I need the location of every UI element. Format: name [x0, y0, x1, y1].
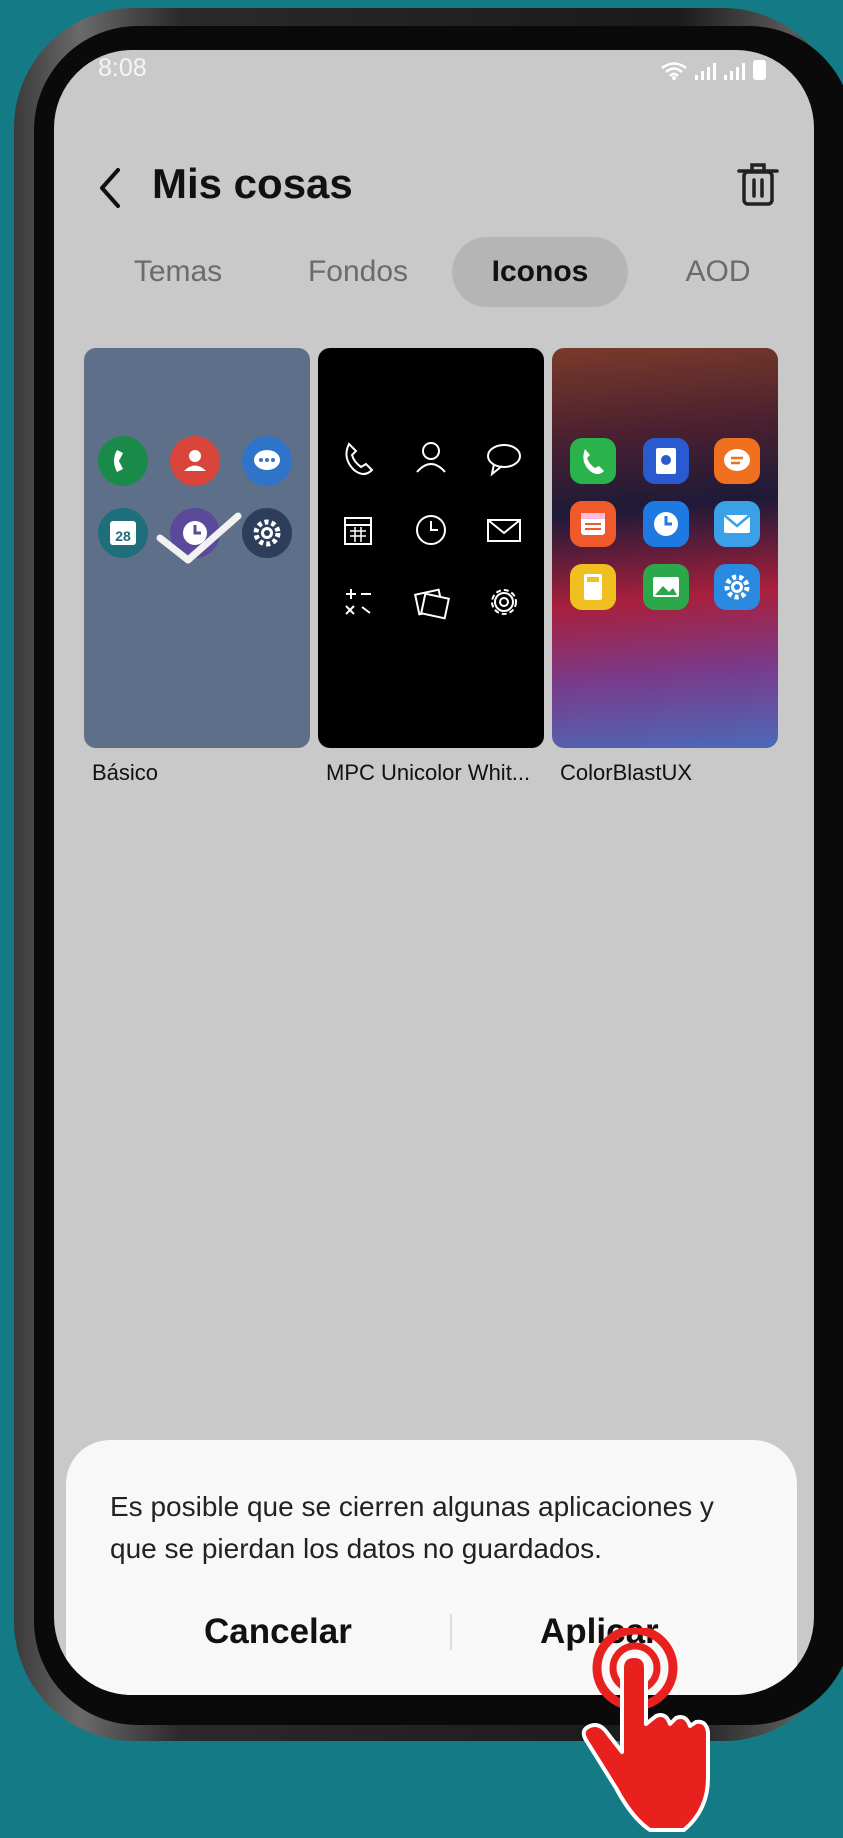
status-bar: 8:08 — [54, 50, 814, 90]
top-bar: Mis cosas — [54, 150, 814, 230]
calculator-outline-icon — [345, 589, 371, 615]
wifi-icon — [661, 62, 687, 80]
tab-bar: Temas Fondos Iconos AOD — [54, 237, 814, 307]
contacts-book-icon — [643, 438, 689, 484]
tab-fondos[interactable]: Fondos — [268, 237, 448, 307]
status-icons — [661, 60, 766, 80]
selected-check-icon — [156, 512, 242, 564]
contacts-icon — [170, 436, 220, 486]
calendar-outline-icon — [344, 517, 372, 545]
messages-icon — [242, 436, 292, 486]
phone-icon — [570, 438, 616, 484]
phone-screen: 8:08 Mis cosas Temas Fondos Iconos AOD 2… — [54, 50, 814, 1695]
icon-pack-name: ColorBlastUX — [560, 760, 693, 785]
status-time: 8:08 — [98, 54, 147, 82]
icon-pack-card-colorblastux[interactable] — [552, 348, 778, 748]
tap-hand-pointer-icon — [581, 1628, 710, 1832]
calendar-day: 28 — [115, 528, 131, 544]
settings-icon — [242, 508, 292, 558]
calendar-icon — [570, 501, 616, 547]
icon-pack-card-mpc-unicolor[interactable] — [318, 348, 544, 748]
gallery-icon — [643, 564, 689, 610]
phone-outline-icon — [345, 442, 374, 475]
back-arrow-icon[interactable] — [90, 160, 130, 216]
page-title: Mis cosas — [152, 160, 353, 207]
cancel-button[interactable]: Cancelar — [204, 1612, 352, 1652]
messages-icon — [714, 438, 760, 484]
tab-aod[interactable]: AOD — [628, 237, 808, 307]
tab-temas[interactable]: Temas — [88, 237, 268, 307]
email-outline-icon — [487, 519, 521, 542]
signal-icon — [695, 63, 716, 80]
calculator-icon — [570, 564, 616, 610]
settings-icon — [714, 564, 760, 610]
email-icon — [714, 501, 760, 547]
clock-outline-icon — [416, 515, 446, 545]
clock-icon — [643, 501, 689, 547]
icon-pack-name: MPC Unicolor Whit... — [326, 760, 531, 785]
settings-outline-icon — [491, 589, 517, 615]
button-divider — [450, 1614, 452, 1650]
calendar-icon: 28 — [98, 508, 148, 558]
icon-pack-card-basico[interactable]: 28 — [84, 348, 310, 748]
contacts-outline-icon — [416, 442, 446, 473]
gallery-outline-icon — [413, 588, 451, 620]
phone-icon — [98, 436, 148, 486]
messages-outline-icon — [487, 444, 521, 477]
tab-iconos[interactable]: Iconos — [452, 237, 628, 307]
battery-icon — [753, 60, 766, 80]
signal-icon-2 — [724, 63, 745, 80]
dialog-message: Es posible que se cierren algunas aplica… — [110, 1491, 714, 1564]
icon-pack-name: Básico — [92, 760, 159, 785]
trash-icon[interactable] — [736, 160, 780, 210]
